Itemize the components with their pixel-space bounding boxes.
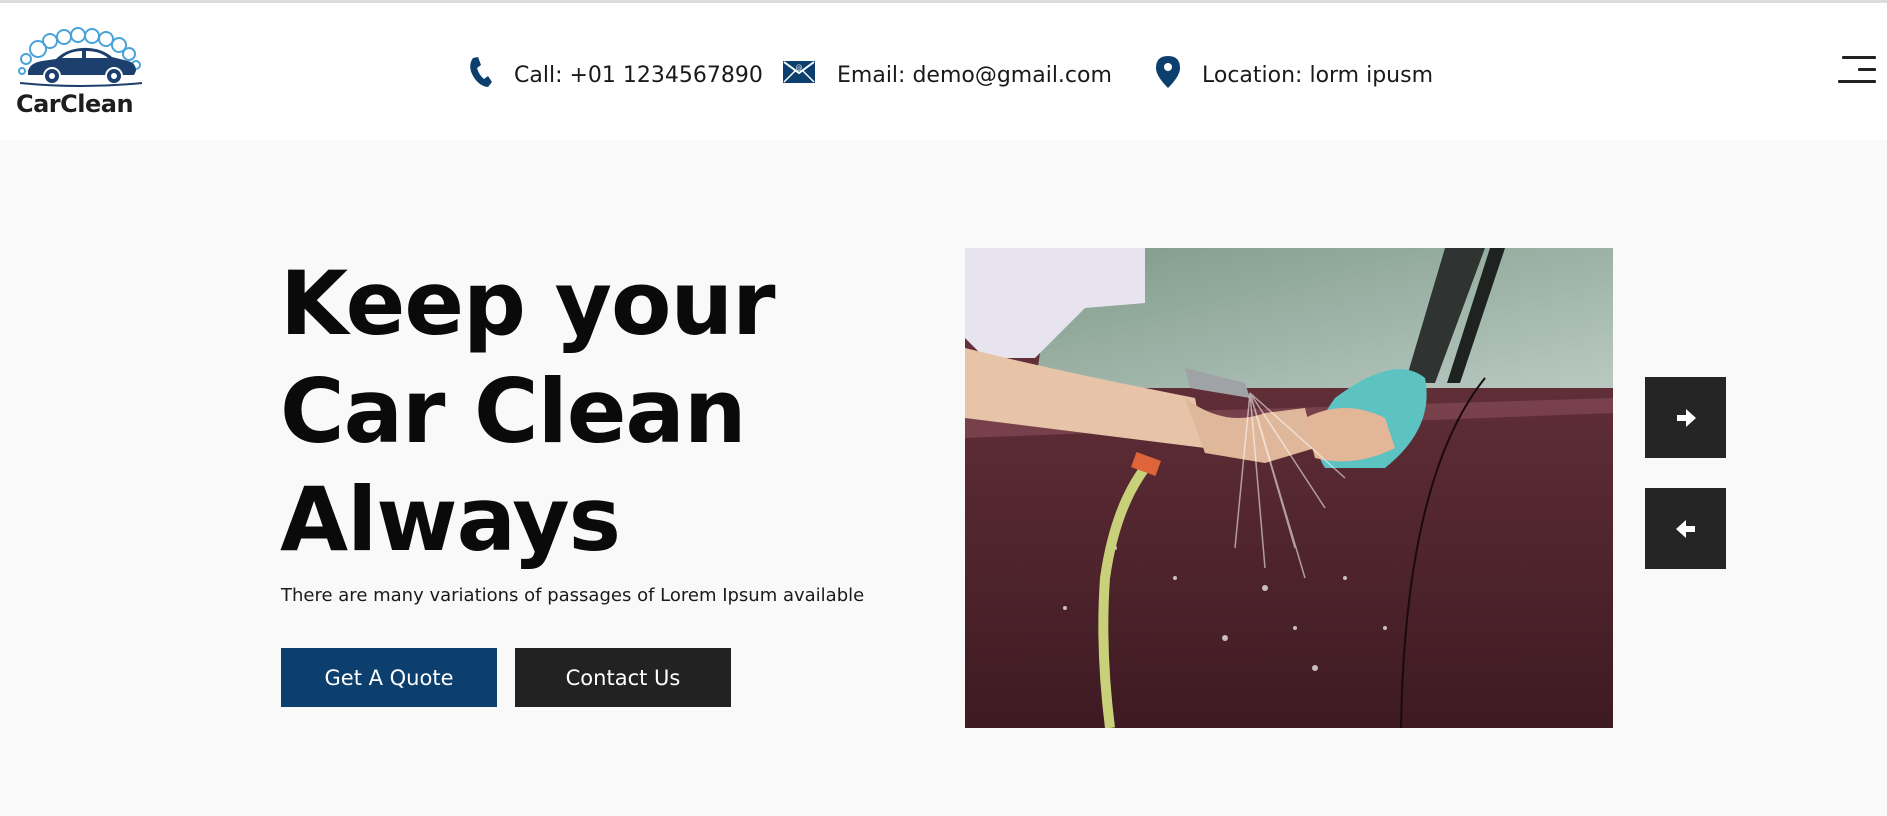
map-pin-icon (1156, 56, 1180, 94)
slider-next-button[interactable] (1645, 377, 1726, 458)
contact-email[interactable]: @ Email: demo@gmail.com (783, 55, 1112, 95)
location-text: Location: lorm ipusm (1202, 62, 1434, 88)
brand-logo[interactable]: CarClean (16, 27, 146, 127)
hero-car-wash-image (965, 248, 1613, 728)
contact-location[interactable]: Location: lorm ipusm (1156, 55, 1433, 95)
arrow-left-icon (1675, 519, 1695, 538)
site-header: CarClean Call: +01 1234567890 @ Email: d… (0, 3, 1887, 140)
email-text: Email: demo@gmail.com (837, 62, 1112, 88)
hero-title-line-1: Keep your (280, 252, 776, 355)
arrow-right-icon (1676, 408, 1696, 427)
hero-title: Keep your Car Clean Always (280, 250, 920, 574)
hero-title-line-2: Car Clean (280, 360, 746, 463)
envelope-icon: @ (783, 61, 815, 89)
phone-icon (468, 56, 492, 94)
svg-text:@: @ (796, 64, 803, 72)
contact-us-button[interactable]: Contact Us (515, 648, 731, 707)
hero-subtitle: There are many variations of passages of… (281, 585, 865, 606)
hamburger-menu-icon[interactable] (1838, 56, 1876, 84)
brand-name: CarClean (16, 90, 134, 118)
get-a-quote-button[interactable]: Get A Quote (281, 648, 497, 707)
contact-phone[interactable]: Call: +01 1234567890 (468, 55, 763, 95)
phone-text: Call: +01 1234567890 (514, 62, 763, 88)
slider-prev-button[interactable] (1645, 488, 1726, 569)
hero-title-line-3: Always (280, 468, 621, 571)
car-wash-logo-icon (18, 27, 143, 87)
